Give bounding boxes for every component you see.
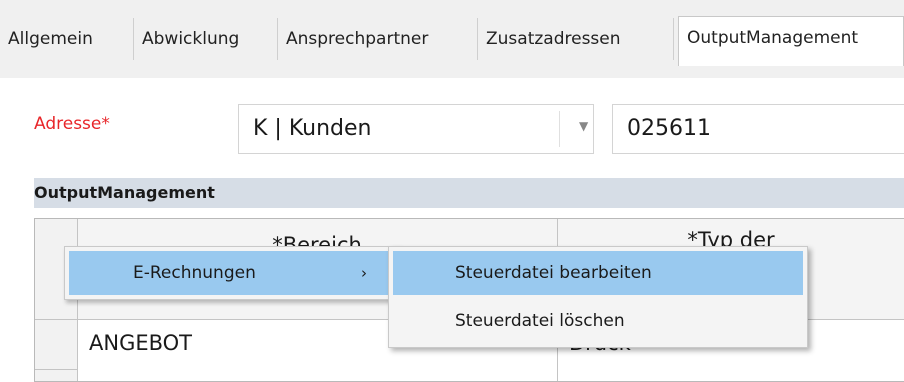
submenu: Steuerdatei bearbeiten Steuerdatei lösch… <box>388 246 808 348</box>
tab-bar: Allgemein Abwicklung Ansprechpartner Zus… <box>0 0 904 79</box>
adresse-number-value: 025611 <box>627 116 711 141</box>
menu-item-steuerdatei-bearbeiten[interactable]: Steuerdatei bearbeiten <box>393 251 803 295</box>
chevron-right-icon: › <box>361 264 367 282</box>
cell-bereich[interactable]: ANGEBOT <box>89 331 192 355</box>
menu-item-label: E-Rechnungen <box>133 263 256 283</box>
adresse-label: Adresse* <box>34 114 110 134</box>
row-separator <box>35 369 77 370</box>
tab-zusatzadressen[interactable]: Zusatzadressen <box>478 18 674 60</box>
section-header: OutputManagement <box>34 178 904 208</box>
grid-row-header <box>35 219 78 381</box>
menu-item-label: Steuerdatei löschen <box>455 311 625 331</box>
chevron-down-icon[interactable]: ▼ <box>579 119 588 133</box>
menu-item-label: Steuerdatei bearbeiten <box>455 263 652 283</box>
tab-label: Ansprechpartner <box>286 29 429 49</box>
combo-divider <box>559 111 560 147</box>
context-menu: E-Rechnungen › <box>64 246 400 300</box>
tab-label: Zusatzadressen <box>486 29 621 49</box>
menu-item-steuerdatei-loeschen[interactable]: Steuerdatei löschen <box>393 299 803 343</box>
adresse-number-field[interactable]: 025611 <box>612 104 904 154</box>
tab-label: OutputManagement <box>687 28 859 48</box>
section-title: OutputManagement <box>34 183 215 202</box>
row-separator <box>35 319 77 320</box>
tab-ansprechpartner[interactable]: Ansprechpartner <box>278 18 478 60</box>
adresse-type-select[interactable]: K | Kunden ▼ <box>238 104 594 154</box>
adresse-type-value: K | Kunden <box>253 116 372 141</box>
tab-label: Allgemein <box>8 29 93 49</box>
tab-abwicklung[interactable]: Abwicklung <box>134 18 278 60</box>
tab-allgemein[interactable]: Allgemein <box>0 18 134 60</box>
menu-item-e-rechnungen[interactable]: E-Rechnungen › <box>69 251 395 295</box>
tab-label: Abwicklung <box>142 29 240 49</box>
tab-outputmanagement[interactable]: OutputManagement <box>678 16 904 66</box>
